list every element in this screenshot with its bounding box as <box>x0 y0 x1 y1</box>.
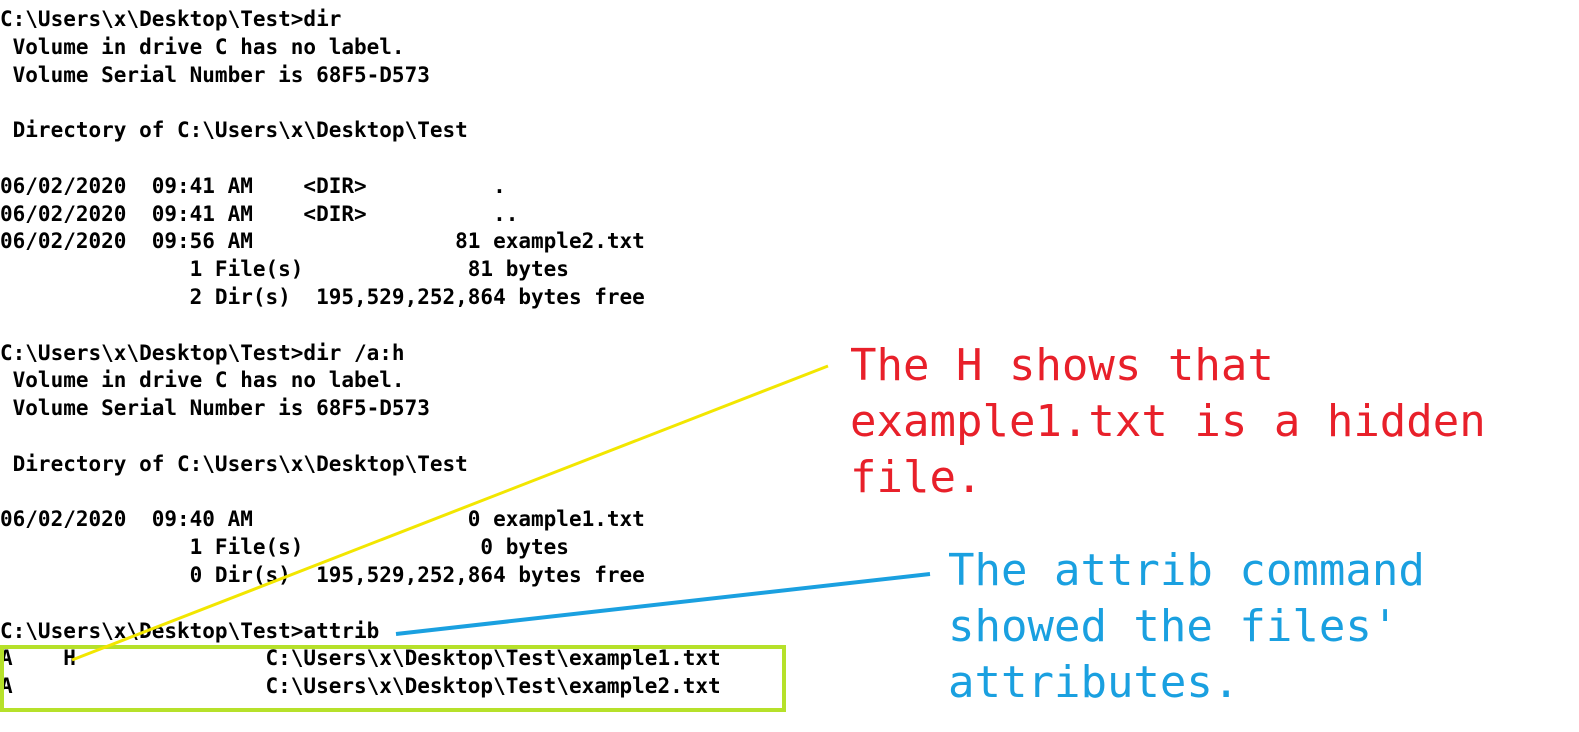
terminal-line: 0 Dir(s) 195,529,252,864 bytes free <box>0 562 645 587</box>
terminal-line: Volume in drive C has no label. <box>0 34 405 59</box>
attrib-result-highlight-box <box>0 645 786 712</box>
terminal-line: 06/02/2020 09:41 AM <DIR> . <box>0 173 506 198</box>
terminal-line: C:\Users\x\Desktop\Test>dir /a:h <box>0 340 405 365</box>
terminal-line: C:\Users\x\Desktop\Test>dir <box>0 7 342 31</box>
terminal-line: 2 Dir(s) 195,529,252,864 bytes free <box>0 284 645 309</box>
terminal-line: 1 File(s) 81 bytes <box>0 257 569 282</box>
terminal-line-attrib-command: C:\Users\x\Desktop\Test>attrib <box>0 618 380 643</box>
terminal-line: Volume in drive C has no label. <box>0 368 405 393</box>
command-prompt-output: C:\Users\x\Desktop\Test>dir Volume in dr… <box>0 6 721 701</box>
hidden-file-annotation: The H shows that example1.txt is a hidde… <box>850 340 1486 503</box>
attrib-command-annotation: The attrib command showed the files' att… <box>948 545 1425 708</box>
terminal-line: 06/02/2020 09:41 AM <DIR> .. <box>0 201 519 226</box>
terminal-line: 06/02/2020 09:56 AM 81 example2.txt <box>0 229 645 254</box>
terminal-line: Volume Serial Number is 68F5-D573 <box>0 396 430 421</box>
terminal-line: 06/02/2020 09:40 AM 0 example1.txt <box>0 507 645 532</box>
terminal-line: Directory of C:\Users\x\Desktop\Test <box>0 118 468 143</box>
terminal-line: 1 File(s) 0 bytes <box>0 535 569 560</box>
terminal-line: Volume Serial Number is 68F5-D573 <box>0 62 430 87</box>
terminal-line: Directory of C:\Users\x\Desktop\Test <box>0 451 468 476</box>
